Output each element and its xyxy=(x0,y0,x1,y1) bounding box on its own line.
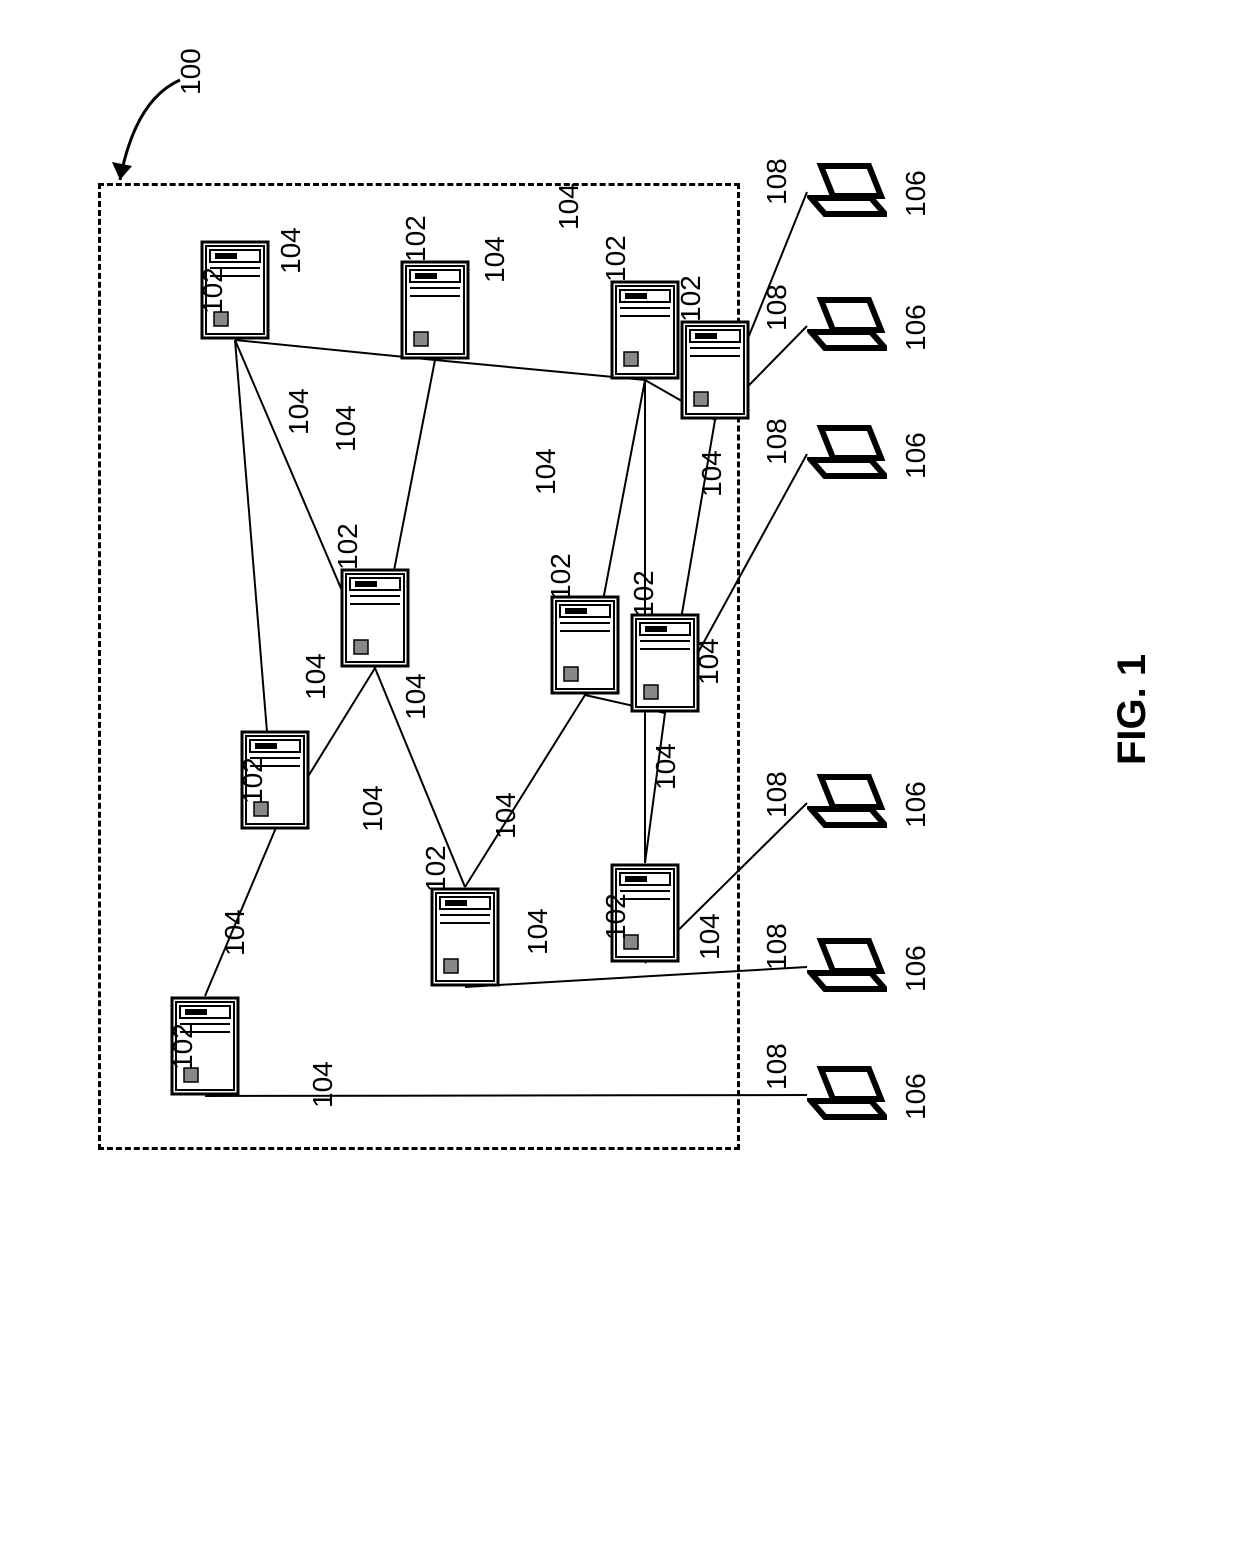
client-link-label: 108 xyxy=(761,771,793,818)
server-label: 102 xyxy=(600,235,632,282)
client-node xyxy=(807,773,887,833)
client-node xyxy=(807,1065,887,1125)
figure-label: FIG. 1 xyxy=(1110,654,1155,765)
server-node xyxy=(630,613,700,713)
server-node xyxy=(430,887,500,987)
server-label: 102 xyxy=(237,757,269,804)
client-label: 106 xyxy=(900,1073,932,1120)
server-node xyxy=(340,568,410,668)
server-node xyxy=(610,280,680,380)
server-label: 102 xyxy=(628,570,660,617)
server-label: 102 xyxy=(420,845,452,892)
server-label: 102 xyxy=(167,1023,199,1070)
server-node xyxy=(400,260,470,360)
link-label: 104 xyxy=(219,909,251,956)
server-label: 102 xyxy=(545,553,577,600)
client-node xyxy=(807,296,887,356)
link-label: 104 xyxy=(553,183,585,230)
client-link-label: 108 xyxy=(761,1043,793,1090)
link-label: 104 xyxy=(696,450,728,497)
client-node xyxy=(807,937,887,997)
figure-label-text: FIG. 1 xyxy=(1110,654,1154,765)
link-label: 104 xyxy=(357,785,389,832)
diagram-canvas: 100 FIG. 1 xyxy=(0,0,1240,1549)
link-label: 104 xyxy=(530,448,562,495)
client-node xyxy=(807,162,887,222)
client-label: 106 xyxy=(900,170,932,217)
link-label: 104 xyxy=(693,638,725,685)
server-label: 102 xyxy=(197,267,229,314)
link-label: 104 xyxy=(283,388,315,435)
server-node xyxy=(680,320,750,420)
client-link-label: 108 xyxy=(761,284,793,331)
client-label: 106 xyxy=(900,781,932,828)
link-label: 104 xyxy=(300,653,332,700)
server-label: 102 xyxy=(332,523,364,570)
diagram-id-label: 100 xyxy=(175,48,207,95)
client-link-label: 108 xyxy=(761,418,793,465)
client-label: 106 xyxy=(900,304,932,351)
server-label: 102 xyxy=(675,275,707,322)
client-link-label: 108 xyxy=(761,923,793,970)
client-label: 106 xyxy=(900,945,932,992)
link-label: 104 xyxy=(307,1061,339,1108)
client-label: 106 xyxy=(900,432,932,479)
client-node xyxy=(807,424,887,484)
link-label: 104 xyxy=(522,908,554,955)
link-label: 104 xyxy=(479,236,511,283)
server-label: 102 xyxy=(400,215,432,262)
link-label: 104 xyxy=(650,743,682,790)
link-label: 104 xyxy=(275,227,307,274)
link-label: 104 xyxy=(400,673,432,720)
link-label: 104 xyxy=(330,405,362,452)
server-label: 102 xyxy=(600,893,632,940)
link-label: 104 xyxy=(694,913,726,960)
link-label: 104 xyxy=(490,792,522,839)
client-link-label: 108 xyxy=(761,158,793,205)
server-node xyxy=(550,595,620,695)
